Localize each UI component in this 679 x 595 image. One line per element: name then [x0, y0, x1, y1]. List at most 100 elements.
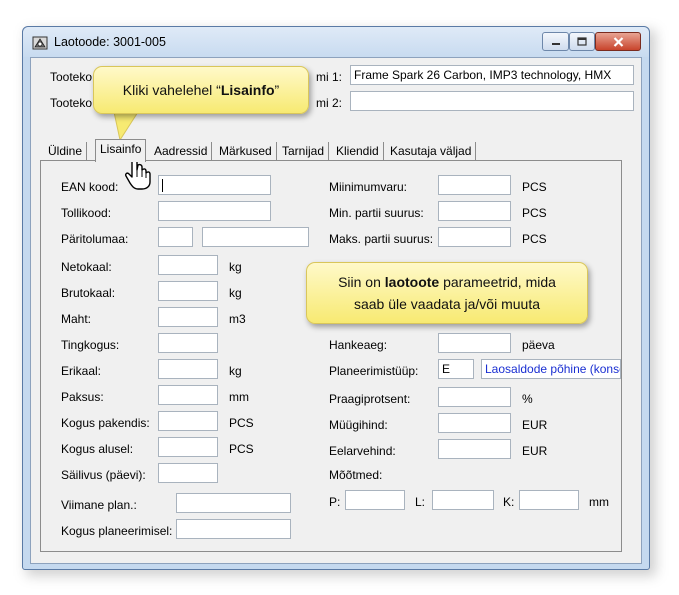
erikaal-input[interactable]	[158, 359, 218, 379]
tollikood-label: Tollikood:	[61, 206, 112, 220]
eelarvehind-unit: EUR	[522, 444, 548, 458]
tab-lisainfo[interactable]: Lisainfo	[95, 139, 147, 162]
muugihind-label: Müügihind:	[329, 418, 388, 432]
tab-tarnijad[interactable]: Tarnijad	[278, 142, 330, 161]
eelarvehind-input[interactable]	[438, 439, 511, 459]
kogus-alusel-input[interactable]	[158, 437, 218, 457]
min-partii-input[interactable]	[438, 201, 511, 221]
name2-label-left: Tooteko	[50, 96, 93, 110]
app-icon	[32, 36, 48, 50]
brutokaal-unit: kg	[229, 286, 242, 300]
mootmed-l-label: L:	[415, 495, 426, 509]
mootmed-l-input[interactable]	[432, 490, 494, 510]
paritolumaa-label: Päritolumaa:	[61, 232, 129, 246]
planeerimistuup-code-input[interactable]: E	[438, 359, 474, 379]
product-name-1-input[interactable]: Frame Spark 26 Carbon, IMP3 technology, …	[350, 65, 634, 85]
name2-label-right: mi 2:	[316, 96, 343, 110]
tingkogus-input[interactable]	[158, 333, 218, 353]
kogus-pakendis-input[interactable]	[158, 411, 218, 431]
viimane-plan-input[interactable]	[176, 493, 291, 513]
brutokaal-input[interactable]	[158, 281, 218, 301]
tab-hint-text-after: ”	[274, 82, 280, 98]
brutokaal-label: Brutokaal:	[61, 286, 116, 300]
kogus-alusel-label: Kogus alusel:	[61, 442, 134, 456]
text-caret	[162, 179, 163, 193]
params-hint-line1-before: Siin on	[338, 274, 385, 290]
ean-input[interactable]	[158, 175, 271, 195]
hankeaeg-input[interactable]	[438, 333, 511, 353]
kogus-planeerimisel-label: Kogus planeerimisel:	[61, 524, 173, 538]
min-partii-unit: PCS	[522, 206, 547, 220]
params-hint-line1: Siin on laotoote parameetrid, mida	[307, 271, 587, 293]
name1-label-left: Tooteko	[50, 70, 93, 84]
tab-kliendid[interactable]: Kliendid	[332, 142, 384, 161]
praagiprotsent-input[interactable]	[438, 387, 511, 407]
minimize-icon	[551, 42, 560, 45]
miinimumvaru-unit: PCS	[522, 180, 547, 194]
netokaal-unit: kg	[229, 260, 242, 274]
maht-label: Maht:	[61, 312, 92, 326]
mootmed-unit: mm	[589, 495, 609, 509]
tab-aadressid[interactable]: Aadressid	[150, 142, 213, 161]
params-hint-callout: Siin on laotoote parameetrid, mida saab …	[306, 262, 588, 324]
minimize-button[interactable]	[542, 32, 569, 51]
tab-hint-callout: Kliki vahelehel “Lisainfo”	[93, 66, 309, 114]
tab-hint-text-bold: Lisainfo	[220, 82, 275, 98]
tab-uldine[interactable]: Üldine	[44, 142, 88, 161]
maht-input[interactable]	[158, 307, 218, 327]
maks-partii-unit: PCS	[522, 232, 547, 246]
tollikood-input[interactable]	[158, 201, 271, 221]
hankeaeg-label: Hankeaeg:	[329, 338, 388, 352]
ean-label: EAN kood:	[61, 180, 119, 194]
params-hint-line1-after: parameetrid, mida	[439, 274, 556, 290]
mootmed-p-label: P:	[329, 495, 341, 509]
mootmed-p-input[interactable]	[345, 490, 405, 510]
paksus-label: Paksus:	[61, 390, 104, 404]
close-icon	[613, 36, 623, 47]
hankeaeg-unit: päeva	[522, 338, 555, 352]
tab-hint-text-before: Kliki vahelehel “	[122, 82, 221, 98]
close-button[interactable]	[595, 32, 641, 51]
praagiprotsent-unit: %	[522, 392, 533, 406]
kogus-pakendis-label: Kogus pakendis:	[61, 416, 150, 430]
viimane-plan-label: Viimane plan.:	[61, 498, 137, 512]
sailivus-input[interactable]	[158, 463, 218, 483]
paritolumaa-name-input[interactable]	[202, 227, 309, 247]
mootmed-label: Mõõtmed:	[329, 468, 383, 482]
tab-kasutaja-valjad[interactable]: Kasutaja väljad	[386, 142, 477, 161]
eelarvehind-label: Eelarvehind:	[329, 444, 396, 458]
netokaal-label: Netokaal:	[61, 260, 112, 274]
paritolumaa-code-input[interactable]	[158, 227, 193, 247]
title-bar[interactable]: Laotoode: 3001-005	[23, 27, 649, 57]
maximize-icon	[577, 37, 587, 46]
sailivus-label: Säilivus (päevi):	[61, 468, 146, 482]
kogus-planeerimisel-input[interactable]	[176, 519, 291, 539]
paksus-input[interactable]	[158, 385, 218, 405]
tingkogus-label: Tingkogus:	[61, 338, 120, 352]
paksus-unit: mm	[229, 390, 249, 404]
maks-partii-input[interactable]	[438, 227, 511, 247]
muugihind-input[interactable]	[438, 413, 511, 433]
maximize-button[interactable]	[569, 32, 595, 51]
planeerimistuup-description[interactable]: Laosaldode põhine (konse	[481, 359, 621, 379]
kogus-pakendis-unit: PCS	[229, 416, 254, 430]
params-hint-line2: saab üle vaadata ja/või muuta	[353, 296, 540, 312]
params-hint-line1-bold: laotoote	[384, 274, 440, 290]
mootmed-k-input[interactable]	[519, 490, 579, 510]
miinimumvaru-input[interactable]	[438, 175, 511, 195]
min-partii-label: Min. partii suurus:	[329, 206, 424, 220]
window-title: Laotoode: 3001-005	[54, 35, 166, 49]
maks-partii-label: Maks. partii suurus:	[329, 232, 434, 246]
tab-markused[interactable]: Märkused	[215, 142, 277, 161]
erikaal-label: Erikaal:	[61, 364, 102, 378]
praagiprotsent-label: Praagiprotsent:	[329, 392, 411, 406]
miinimumvaru-label: Miinimumvaru:	[329, 180, 408, 194]
mootmed-k-label: K:	[503, 495, 515, 509]
planeerimistuup-label: Planeerimistüüp:	[329, 364, 419, 378]
name1-label-right: mi 1:	[316, 70, 343, 84]
kogus-alusel-unit: PCS	[229, 442, 254, 456]
product-name-2-input[interactable]	[350, 91, 634, 111]
tab-hint-callout-tail	[113, 112, 139, 142]
netokaal-input[interactable]	[158, 255, 218, 275]
maht-unit: m3	[229, 312, 246, 326]
